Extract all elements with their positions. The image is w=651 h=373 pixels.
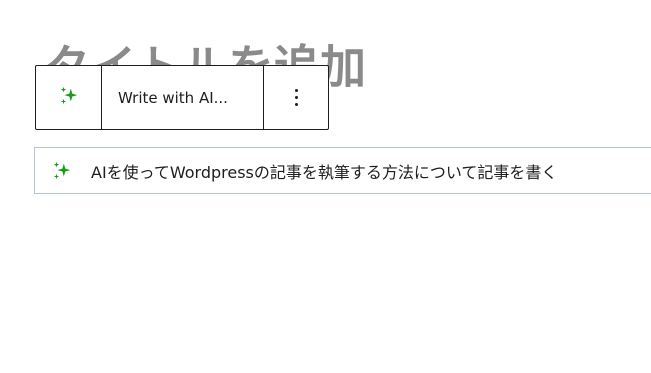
ai-toolbar-button[interactable] bbox=[36, 66, 102, 129]
more-vertical-icon bbox=[294, 89, 298, 106]
sparkles-icon bbox=[35, 160, 89, 182]
more-options-button[interactable] bbox=[264, 66, 328, 129]
sparkles-icon bbox=[58, 85, 80, 111]
ai-prompt-text[interactable]: AIを使ってWordpressの記事を執筆する方法について記事を書く bbox=[89, 159, 557, 183]
write-with-ai-button[interactable]: Write with AI... bbox=[102, 66, 264, 129]
ai-prompt-field[interactable]: AIを使ってWordpressの記事を執筆する方法について記事を書く bbox=[34, 147, 651, 194]
block-toolbar: Write with AI... bbox=[35, 65, 329, 130]
write-with-ai-label: Write with AI... bbox=[118, 88, 228, 107]
